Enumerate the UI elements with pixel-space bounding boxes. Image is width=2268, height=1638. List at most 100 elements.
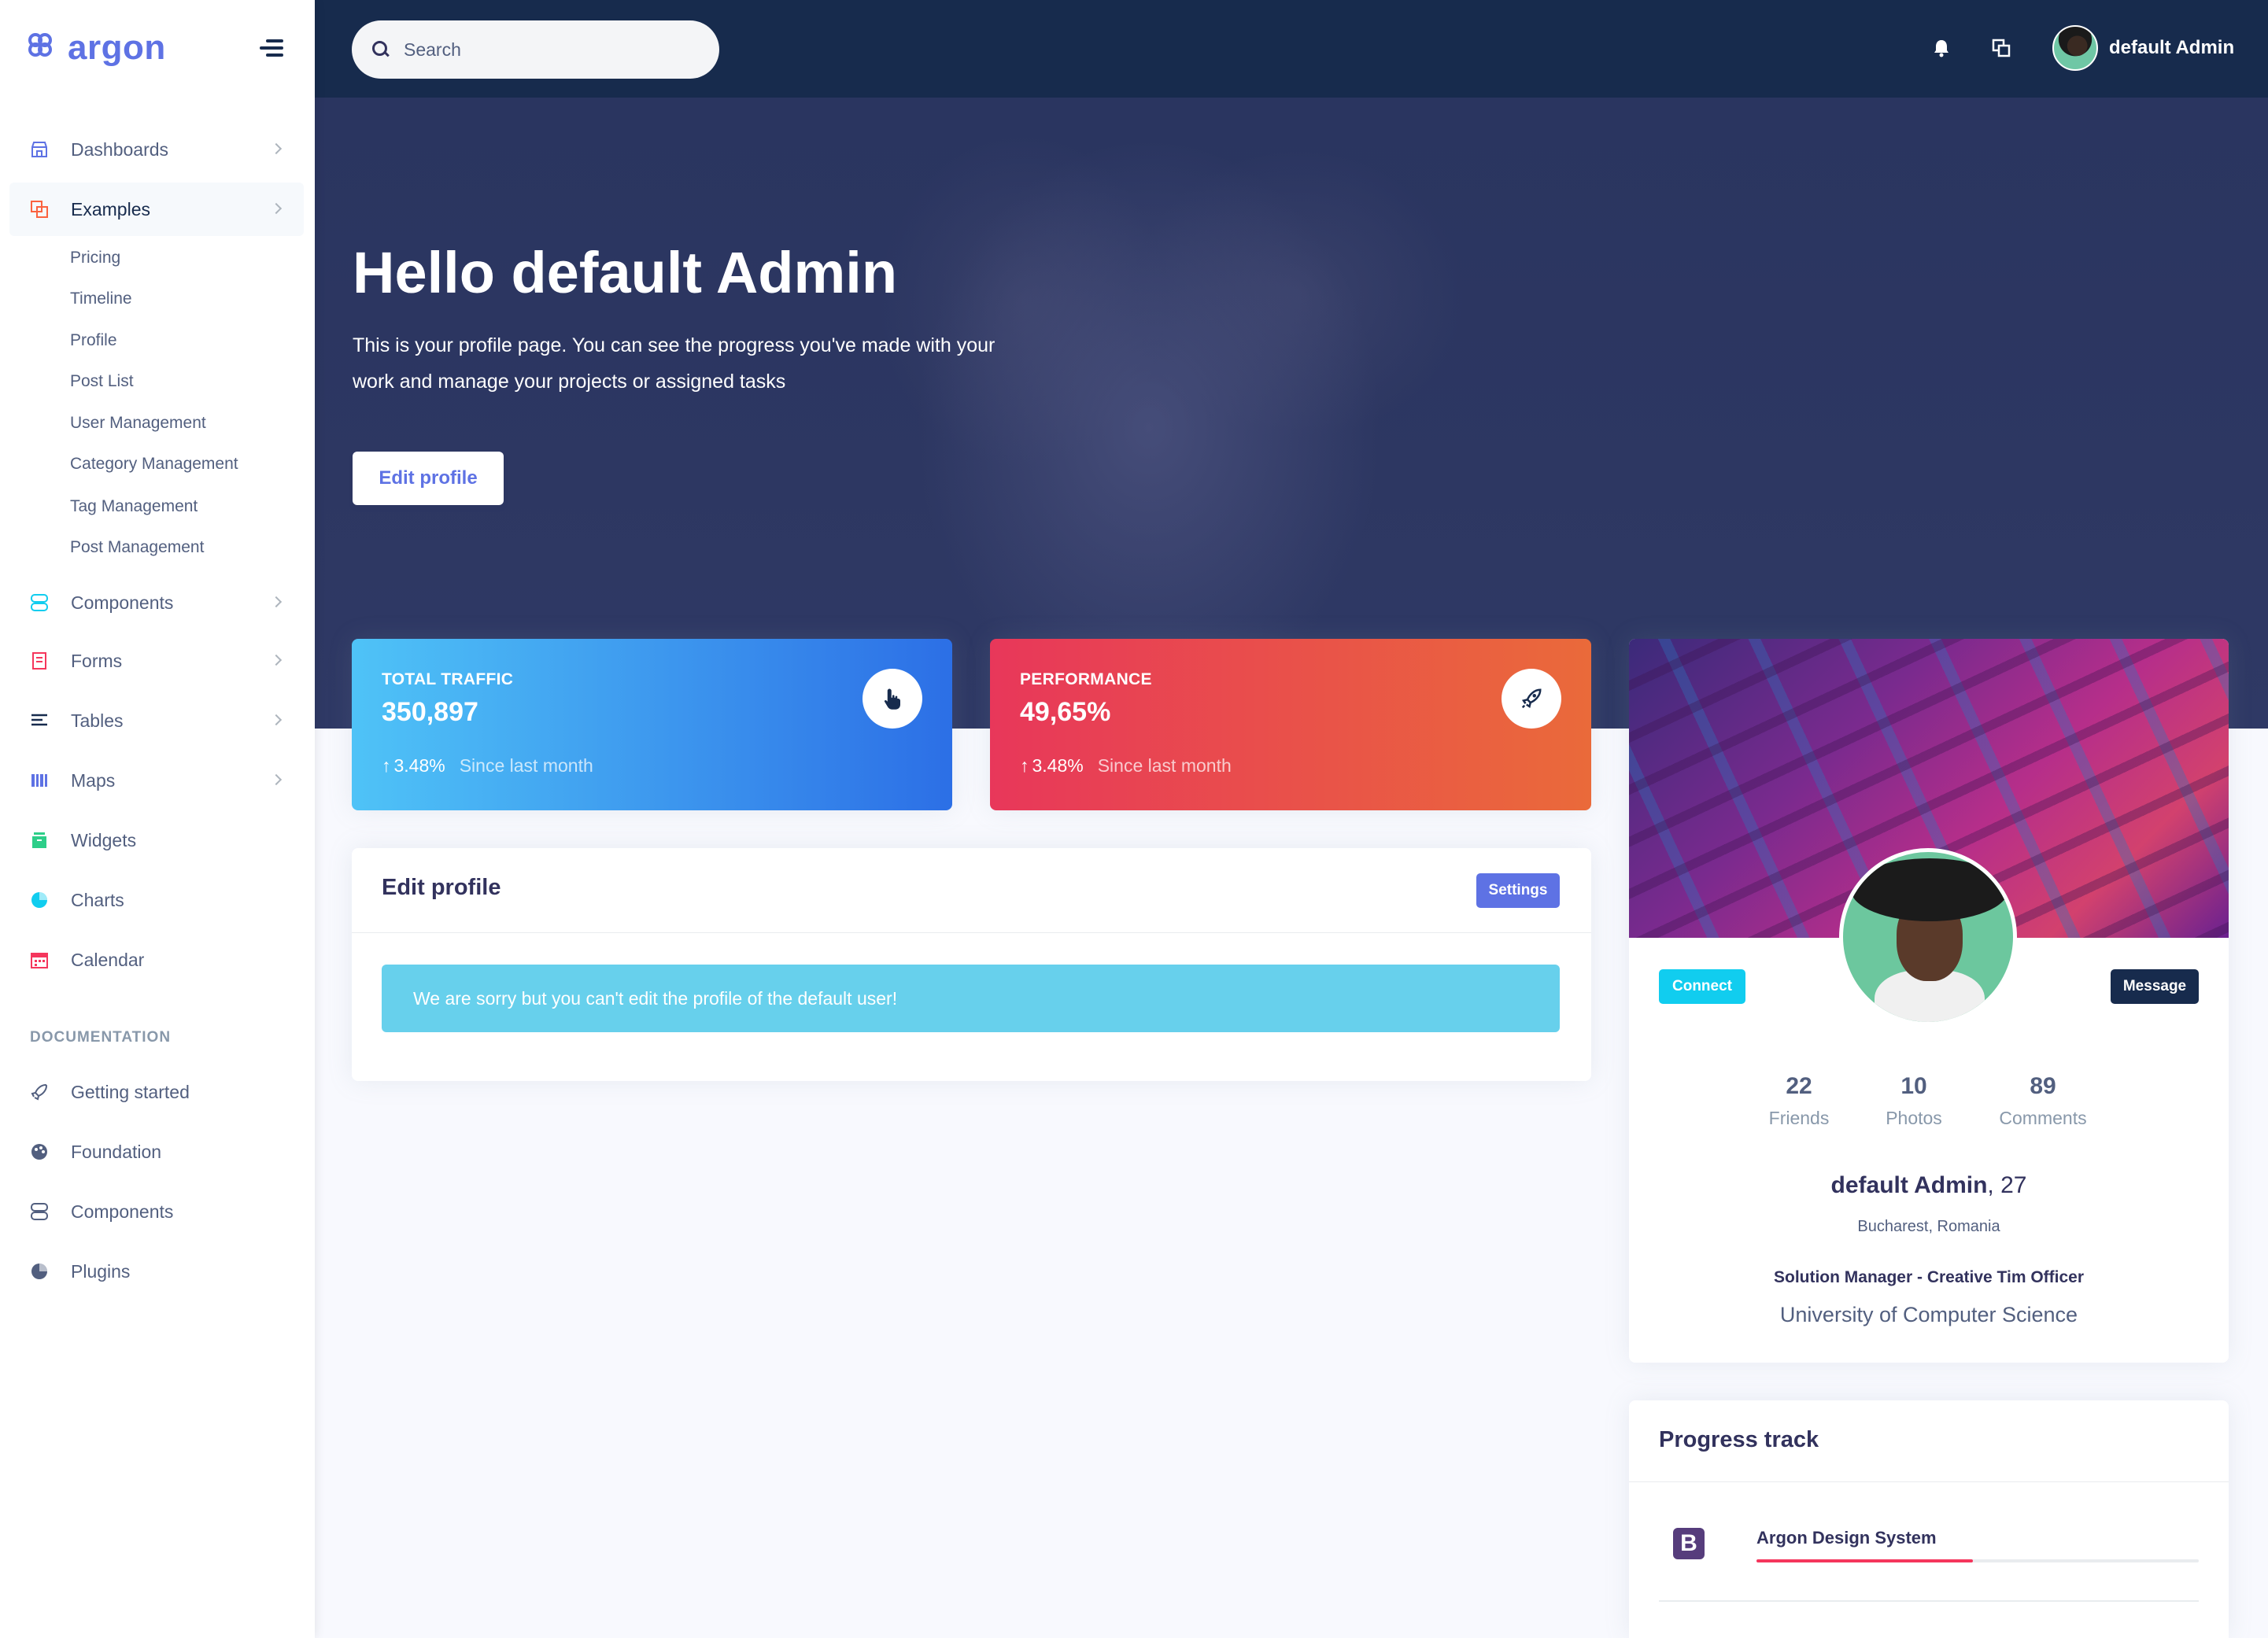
brand-name: argon <box>68 28 166 67</box>
profile-job: Solution Manager - Creative Tim Officer <box>1773 1268 2085 1286</box>
profile-card: Connect Message 22 Friends 10 Photos 89 … <box>1629 639 2229 1363</box>
ui-04-icon <box>30 593 49 612</box>
profile-name: default Admin, 27 <box>1629 1172 2229 1199</box>
photos-label: Photos <box>1886 1108 1942 1128</box>
chart-pie-icon <box>30 1262 49 1281</box>
map-big-icon <box>30 771 49 790</box>
search-bar[interactable] <box>352 20 719 79</box>
sidebar-subitem-user-management[interactable]: User Management <box>70 414 206 433</box>
stat-change: 3.48% <box>1032 755 1084 776</box>
search-input[interactable] <box>404 39 703 61</box>
connect-button[interactable]: Connect <box>1659 969 1745 1004</box>
sidebar-item-label: Getting started <box>71 1081 190 1102</box>
user-menu[interactable]: default Admin <box>2052 25 2234 71</box>
stat-value: 350,897 <box>382 697 478 727</box>
user-name: default Admin <box>2109 37 2235 58</box>
sidebar-item-maps[interactable]: Maps <box>9 754 304 807</box>
brand-logo[interactable]: argon <box>28 28 166 68</box>
hero-title: Hello default Admin <box>353 240 898 305</box>
sidebar-item-label: Maps <box>71 769 116 791</box>
sidebar-subitem-category-management[interactable]: Category Management <box>70 455 238 474</box>
sidebar-item-forms[interactable]: Forms <box>9 634 304 688</box>
sidebar-item-label: Foundation <box>71 1141 162 1162</box>
settings-button[interactable]: Settings <box>1476 873 1560 908</box>
chevron-right-icon <box>270 142 283 155</box>
spaceship-icon <box>30 1083 49 1101</box>
sidebar-item-label: Examples <box>71 198 150 220</box>
photos-count: 10 <box>1900 1073 1927 1099</box>
sidebar-item-label: Tables <box>71 710 124 731</box>
chevron-right-icon <box>270 596 283 608</box>
sidebar-item-getting-started[interactable]: Getting started <box>9 1065 304 1119</box>
sidebar-item-label: Dashboards <box>71 138 169 160</box>
palette-icon <box>30 1142 49 1161</box>
sidebar-item-widgets[interactable]: Widgets <box>9 813 304 867</box>
edit-profile-button[interactable]: Edit profile <box>353 452 504 505</box>
sidebar-item-label: Plugins <box>71 1260 131 1282</box>
progress-bar-fill <box>1756 1559 1974 1562</box>
chart-pie-icon <box>30 891 49 909</box>
divider <box>1659 1600 2199 1602</box>
sidebar-subitem-tag-management[interactable]: Tag Management <box>70 497 198 516</box>
arrow-up-icon: ↑ <box>1020 755 1029 776</box>
stat-title: TOTAL TRAFFIC <box>382 670 514 688</box>
profile-header: Hello default Admin This is your profile… <box>315 98 2268 729</box>
card-title: Progress track <box>1659 1427 1819 1452</box>
sidebar: argon Dashboards Examples Pricing Timeli… <box>0 0 315 1638</box>
sidebar-item-tables[interactable]: Tables <box>9 694 304 747</box>
top-navbar: default Admin <box>315 0 2268 98</box>
sidebar-subitem-pricing[interactable]: Pricing <box>70 249 120 267</box>
ungroup-icon[interactable] <box>1989 36 2013 60</box>
comments-label: Comments <box>1999 1108 2087 1128</box>
profile-age: , 27 <box>1987 1172 2027 1198</box>
stat-card-performance: PERFORMANCE 49,65% ↑ 3.48% Since last mo… <box>990 639 1591 810</box>
sidebar-item-label: Components <box>71 1201 174 1222</box>
profile-school: University of Computer Science <box>1779 1303 2078 1326</box>
sidebar-subitem-post-list[interactable]: Post List <box>70 372 134 391</box>
sidebar-item-plugins[interactable]: Plugins <box>9 1245 304 1298</box>
single-copy-icon <box>30 651 49 670</box>
profile-avatar[interactable] <box>1839 848 2017 1026</box>
hero-text: This is your profile page. You can see t… <box>353 334 995 393</box>
sidenav-toggler-icon[interactable] <box>260 39 283 58</box>
card-title: Edit profile <box>382 875 501 900</box>
profile-name-text: default Admin <box>1830 1172 1988 1198</box>
argon-logo-icon <box>28 33 58 63</box>
stat-change: 3.48% <box>393 755 445 776</box>
bell-icon[interactable] <box>1930 36 1953 60</box>
profile-location: Bucharest, Romania <box>1857 1218 2000 1235</box>
sidebar-item-dashboards[interactable]: Dashboards <box>9 123 304 176</box>
progress-item-name[interactable]: Argon Design System <box>1756 1528 1937 1548</box>
sidebar-item-components[interactable]: Components <box>9 576 304 629</box>
pointer-icon <box>863 669 922 729</box>
avatar <box>2052 25 2098 71</box>
sidebar-subitem-timeline[interactable]: Timeline <box>70 290 132 308</box>
chevron-right-icon <box>270 202 283 215</box>
stat-value: 49,65% <box>1020 697 1111 727</box>
shop-icon <box>30 140 49 159</box>
sidebar-item-foundation[interactable]: Foundation <box>9 1125 304 1179</box>
sidebar-item-charts[interactable]: Charts <box>9 873 304 927</box>
card-header: Edit profile Settings <box>352 848 1591 933</box>
stat-footer: ↑ 3.48% Since last month <box>1020 755 1232 777</box>
stat-footer: ↑ 3.48% Since last month <box>382 755 593 777</box>
progress-bar <box>1756 1559 2199 1562</box>
sidebar-subitem-post-management[interactable]: Post Management <box>70 538 204 557</box>
sidebar-item-doc-components[interactable]: Components <box>9 1185 304 1238</box>
sidebar-item-label: Charts <box>71 889 124 910</box>
sidebar-item-calendar[interactable]: Calendar <box>9 933 304 987</box>
info-alert: We are sorry but you can't edit the prof… <box>382 965 1560 1032</box>
sidebar-subitem-profile[interactable]: Profile <box>70 331 117 350</box>
archive-icon <box>30 831 49 850</box>
message-button[interactable]: Message <box>2111 969 2199 1004</box>
sidebar-item-examples[interactable]: Examples <box>9 183 304 236</box>
card-header: Progress track <box>1629 1400 2229 1482</box>
calendar-icon <box>30 950 49 969</box>
comments-count: 89 <box>2030 1073 2056 1099</box>
sidebar-item-label: Widgets <box>71 829 137 850</box>
bootstrap-logo-icon: B <box>1673 1528 1705 1559</box>
stat-since: Since last month <box>1097 755 1232 776</box>
chevron-right-icon <box>270 773 283 786</box>
progress-track-card: Progress track B Argon Design System <box>1629 1400 2229 1638</box>
sidebar-item-label: Components <box>71 592 174 613</box>
